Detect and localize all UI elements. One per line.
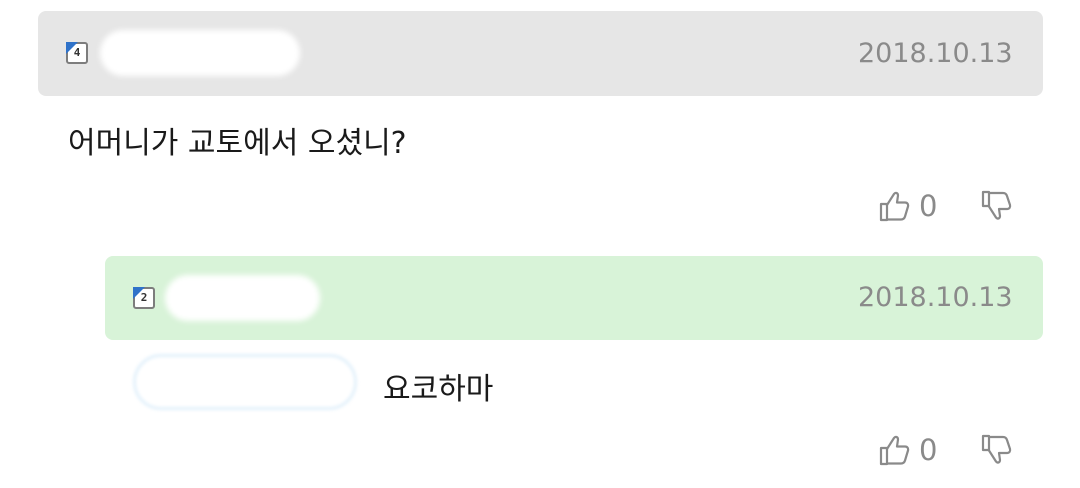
comment-date: 2018.10.13 — [858, 282, 1013, 313]
upvote-button[interactable]: 0 — [877, 432, 937, 468]
upvote-count: 0 — [919, 189, 938, 223]
thumbs-down-icon — [981, 190, 1012, 220]
redacted-mention — [133, 354, 357, 410]
thumbs-up-icon — [879, 191, 910, 222]
comment-date: 2018.10.13 — [858, 38, 1013, 69]
thumbs-down-icon — [981, 434, 1012, 464]
redacted-username — [100, 30, 300, 76]
comment-thread: 4 2018.10.13 어머니가 교토에서 오셨니? 0 2 2018.10.… — [0, 0, 1080, 488]
level-number: 4 — [73, 46, 81, 59]
upvote-button[interactable]: 0 — [877, 188, 937, 224]
downvote-button[interactable] — [979, 188, 1015, 224]
thumbs-up-icon — [879, 435, 910, 466]
level-badge-icon: 2 — [133, 287, 155, 309]
redacted-username — [165, 275, 320, 321]
comment-text: 요코하마 — [383, 372, 494, 407]
downvote-button[interactable] — [979, 432, 1015, 468]
upvote-count: 0 — [919, 433, 938, 467]
level-number: 2 — [140, 291, 148, 304]
comment-text: 어머니가 교토에서 오셨니? — [68, 126, 407, 161]
level-badge-icon: 4 — [66, 42, 88, 64]
